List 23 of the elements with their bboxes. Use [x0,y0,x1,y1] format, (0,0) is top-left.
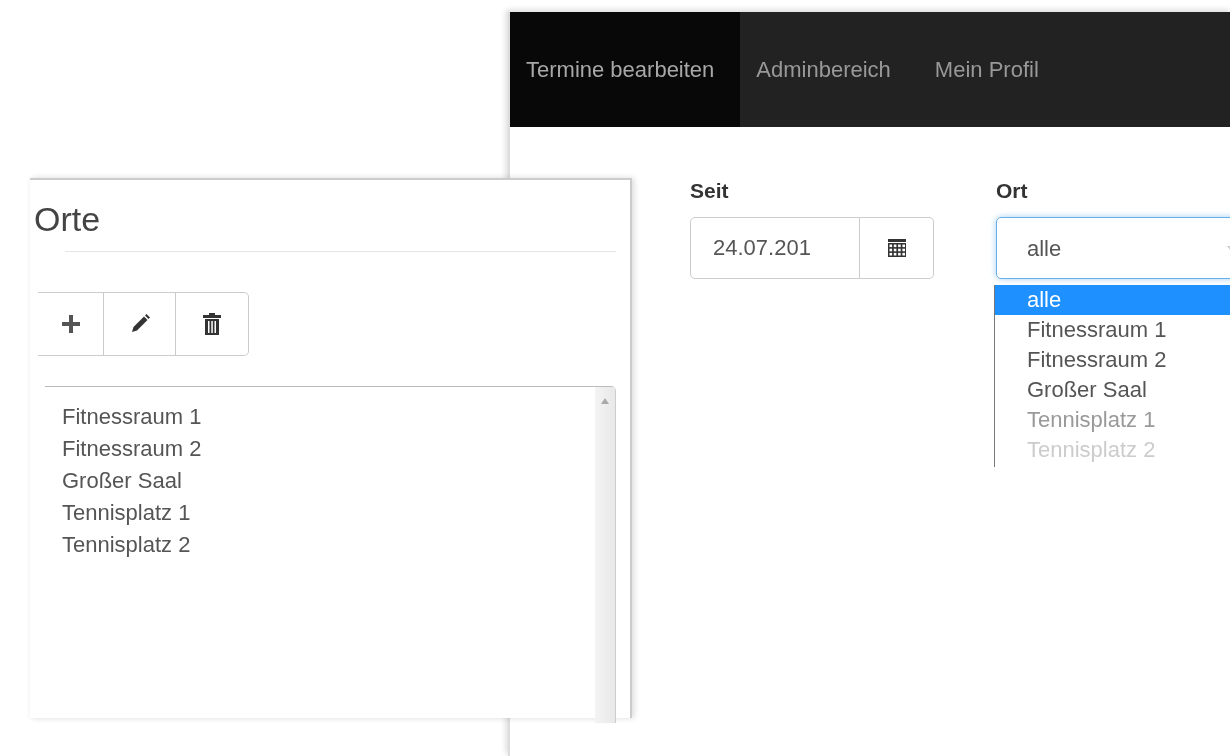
list-option[interactable]: Tennisplatz 2 [62,529,595,561]
panel-title: Orte [33,199,102,239]
dropdown-option[interactable]: Großer Saal [995,375,1230,405]
nav-tab[interactable]: Adminbereich [740,12,919,127]
list-option[interactable]: Fitnessraum 1 [62,401,595,433]
field-label: Seit [690,179,730,203]
list-option[interactable]: Tennisplatz 1 [62,497,595,529]
calendar-button[interactable] [860,217,934,279]
nav-tab[interactable]: Termine bearbeiten [510,12,741,127]
scrollbar[interactable] [595,387,615,723]
trash-icon [201,312,223,336]
list-option[interactable]: Fitnessraum 2 [62,433,595,465]
calendar-icon [885,237,908,259]
nav-tab[interactable]: Mein Profil [918,12,1067,127]
dropdown-option[interactable]: Fitnessraum 2 [995,345,1230,375]
field-label: Ort [996,179,1029,203]
location-select[interactable]: alle [996,217,1230,279]
location-listbox[interactable]: Fitnessraum 1 Fitnessraum 2 Großer Saal Tennisplatz 1 Tennisplatz 2 [45,386,616,723]
date-field[interactable]: 24.07.201 [690,217,860,279]
scroll-up-icon [600,397,610,405]
dropdown-option[interactable]: Fitnessraum 1 [995,315,1230,345]
list-option[interactable]: Großer Saal [62,465,595,497]
plus-icon [59,313,82,335]
